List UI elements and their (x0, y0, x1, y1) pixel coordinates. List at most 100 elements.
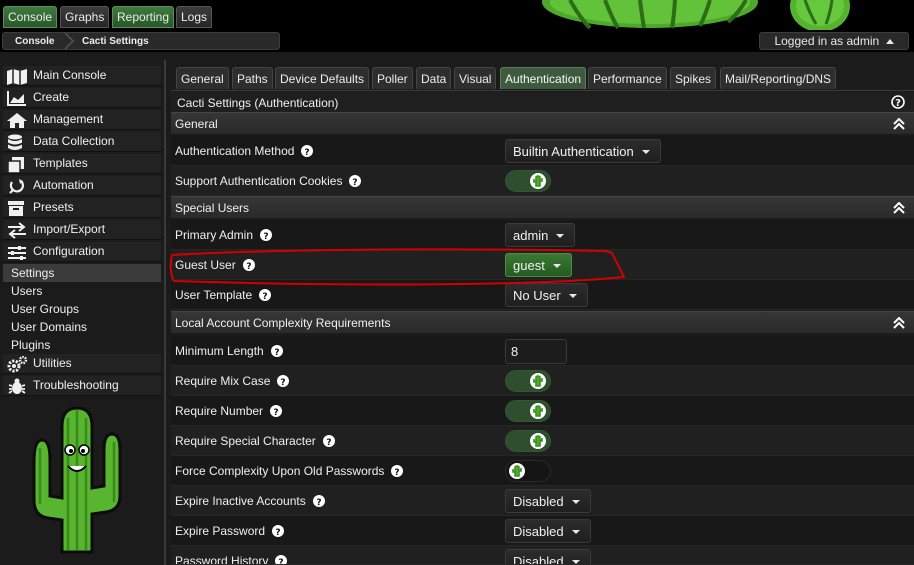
sidebar-item-utilities[interactable]: Utilities (3, 354, 161, 374)
sidebar-item-users[interactable]: Users (3, 282, 161, 300)
sidebar-item-label: Data Collection (33, 134, 115, 148)
cactus-knob-icon (530, 373, 546, 389)
row-require-number: Require Number? (171, 396, 914, 426)
home-icon (7, 113, 27, 128)
sidebar-item-automation[interactable]: Automation (3, 176, 161, 196)
require-mix-case-toggle[interactable] (505, 370, 551, 392)
sidebar-item-create[interactable]: Create (3, 88, 161, 108)
copy-icon (7, 157, 24, 173)
collapse-icon[interactable] (893, 118, 905, 130)
sidebar-item-settings[interactable]: Settings (3, 264, 161, 282)
sidebar-item-import-export[interactable]: Import/Export (3, 220, 161, 240)
tab-poller[interactable]: Poller (372, 67, 413, 89)
sidebar-item-label: Troubleshooting (33, 378, 119, 392)
field-label: Primary Admin? (175, 228, 273, 242)
sidebar-item-presets[interactable]: Presets (3, 198, 161, 218)
cogs-icon (7, 356, 28, 373)
help-icon[interactable]: ? (275, 555, 288, 565)
svg-text:?: ? (895, 98, 901, 109)
svg-text:?: ? (305, 148, 310, 157)
help-icon[interactable]: ? (270, 405, 283, 417)
help-icon[interactable]: ? (322, 435, 335, 447)
user-menu[interactable]: Logged in as admin (759, 32, 909, 50)
help-icon[interactable]: ? (270, 345, 283, 357)
field-label: Force Complexity Upon Old Passwords? (175, 464, 404, 478)
row-primary-admin: Primary Admin? admin (171, 220, 914, 250)
help-icon[interactable]: ? (391, 465, 404, 477)
help-icon[interactable]: ? (891, 95, 905, 109)
expire-password-select[interactable]: Disabled (505, 519, 591, 543)
sidebar-item-data-collection[interactable]: Data Collection (3, 132, 161, 152)
field-label: Require Mix Case? (175, 374, 290, 388)
sidebar-item-label: Templates (33, 156, 88, 170)
top-bar: Console Graphs Reporting Logs (0, 0, 914, 30)
sidebar-item-user-domains[interactable]: User Domains (3, 318, 161, 336)
collapse-icon[interactable] (893, 202, 905, 214)
tab-visual[interactable]: Visual (454, 67, 497, 89)
force-complexity-toggle[interactable] (505, 460, 551, 482)
user-template-select[interactable]: No User (505, 283, 588, 307)
tab-authentication[interactable]: Authentication (500, 67, 587, 89)
caret-down-icon (556, 234, 565, 238)
breadcrumb-console[interactable]: Console (15, 34, 54, 49)
sidebar-item-label: Management (33, 112, 104, 126)
cactus-knob-icon (530, 173, 546, 189)
svg-text:?: ? (263, 232, 268, 241)
sidebar-item-troubleshooting[interactable]: Troubleshooting (3, 376, 161, 396)
auth-cookies-toggle[interactable] (505, 170, 551, 192)
tab-general[interactable]: General (176, 67, 229, 89)
svg-text:?: ? (281, 378, 286, 387)
tab-graphs[interactable]: Graphs (60, 6, 110, 28)
authentication-method-select[interactable]: Builtin Authentication (505, 139, 661, 163)
help-icon[interactable]: ? (301, 145, 314, 157)
tab-device-defaults[interactable]: Device Defaults (275, 67, 370, 89)
cactus-knob-icon (530, 433, 546, 449)
guest-user-select[interactable]: guest (505, 253, 572, 277)
require-number-toggle[interactable] (505, 400, 551, 422)
field-label: Minimum Length? (175, 344, 283, 358)
minimum-length-input[interactable] (505, 339, 567, 364)
sidebar-item-templates[interactable]: Templates (3, 154, 161, 174)
cactus-logo (32, 406, 122, 554)
help-icon[interactable]: ? (312, 495, 325, 507)
chart-icon (7, 91, 26, 106)
row-guest-user: Guest User? guest (171, 250, 914, 280)
tab-logs[interactable]: Logs (176, 6, 213, 28)
svg-text:?: ? (316, 498, 321, 507)
help-icon[interactable]: ? (242, 259, 255, 271)
require-special-character-toggle[interactable] (505, 430, 551, 452)
tab-spikes[interactable]: Spikes (670, 67, 717, 89)
help-icon[interactable]: ? (259, 289, 272, 301)
sidebar-item-main-console[interactable]: Main Console (3, 66, 161, 86)
field-label: Password History? (175, 554, 288, 565)
expire-inactive-accounts-select[interactable]: Disabled (505, 489, 591, 513)
exchange-icon (8, 222, 26, 239)
sidebar-item-configuration[interactable]: Configuration (3, 242, 161, 262)
tab-mail-reporting-dns[interactable]: Mail/Reporting/DNS (720, 67, 837, 89)
caret-down-icon (552, 264, 561, 268)
password-history-select[interactable]: Disabled (505, 549, 591, 564)
section-title: Local Account Complexity Requirements (175, 316, 391, 330)
tab-paths[interactable]: Paths (232, 67, 273, 89)
collapse-icon[interactable] (893, 317, 905, 329)
tab-divider (171, 90, 914, 91)
help-icon[interactable]: ? (260, 229, 273, 241)
sidebar-item-user-groups[interactable]: User Groups (3, 300, 161, 318)
tab-data[interactable]: Data (416, 67, 452, 89)
svg-text:?: ? (326, 438, 331, 447)
sidebar-item-label: Settings (11, 266, 55, 280)
tab-console[interactable]: Console (3, 6, 58, 28)
help-icon[interactable]: ? (349, 175, 362, 187)
tab-performance[interactable]: Performance (588, 67, 667, 89)
sidebar-item-label: Configuration (33, 244, 105, 258)
help-icon[interactable]: ? (272, 525, 285, 537)
circle-arrow-icon (9, 179, 24, 194)
sidebar-item-plugins[interactable]: Plugins (3, 336, 161, 354)
sidebar-item-management[interactable]: Management (3, 110, 161, 130)
database-icon (8, 134, 22, 150)
section-complexity: Local Account Complexity Requirements (171, 311, 914, 333)
tab-reporting[interactable]: Reporting (112, 6, 175, 28)
help-icon[interactable]: ? (277, 375, 290, 387)
section-general: General (171, 112, 914, 134)
primary-admin-select[interactable]: admin (505, 223, 576, 247)
